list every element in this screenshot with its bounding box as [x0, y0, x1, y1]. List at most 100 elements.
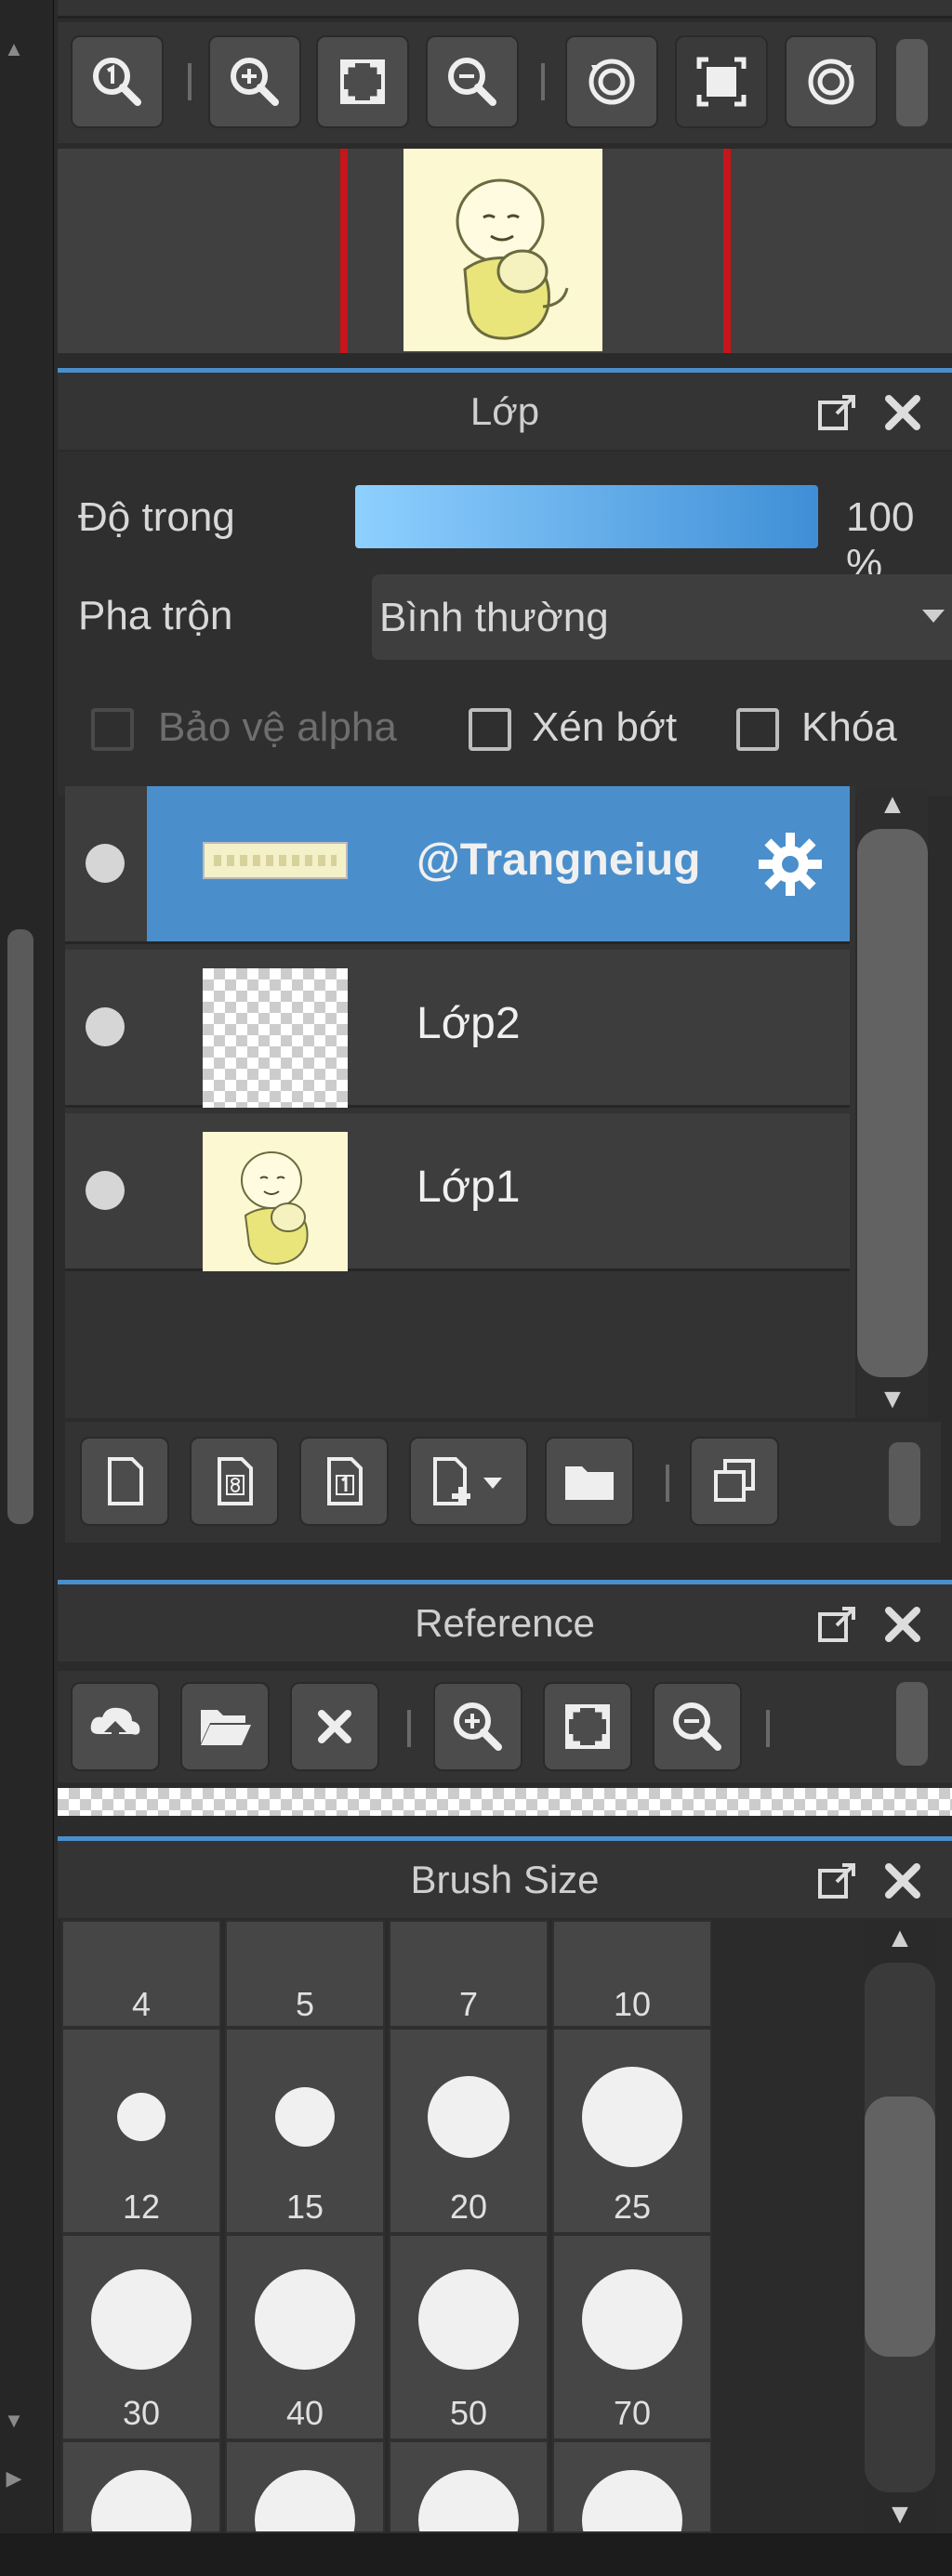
duplicate-layer-button[interactable]: [690, 1437, 779, 1526]
new-layer-icon: [108, 1457, 143, 1505]
undock-icon[interactable]: [816, 1860, 859, 1902]
layer-name: Lớp1: [416, 1163, 521, 1212]
brush-size-label: 50: [449, 2394, 488, 2432]
rotate-right-button[interactable]: [785, 35, 878, 128]
new-1bit-layer-button[interactable]: [299, 1437, 389, 1526]
visibility-toggle-icon[interactable]: [86, 844, 125, 883]
opacity-slider[interactable]: [355, 485, 818, 548]
brush-size-cell[interactable]: 7: [389, 1920, 549, 2028]
new-folder-button[interactable]: [545, 1437, 634, 1526]
brush-size-cell[interactable]: 25: [552, 2028, 712, 2234]
brush-size-cell[interactable]: 15: [225, 2028, 385, 2234]
view-guide-left: [340, 149, 348, 353]
navigator-preview[interactable]: [58, 149, 952, 353]
visibility-toggle-icon[interactable]: [86, 1007, 125, 1046]
layer-row[interactable]: @Trangneiug: [65, 786, 850, 944]
lock-label: Khóa: [801, 704, 897, 750]
drawing-thumbnail-icon: [241, 1151, 309, 1266]
brush-size-cell[interactable]: [61, 2440, 221, 2533]
duplicate-icon: [714, 1459, 755, 1502]
reference-image-area[interactable]: [58, 1788, 952, 1816]
reference-zoom-out-button[interactable]: [653, 1682, 742, 1771]
undock-icon[interactable]: [816, 391, 859, 434]
close-icon[interactable]: [881, 391, 924, 434]
add-layer-menu-button[interactable]: [409, 1437, 528, 1526]
upload-reference-button[interactable]: [71, 1682, 160, 1771]
lock-checkbox[interactable]: [736, 708, 779, 751]
brush-size-cell[interactable]: 20: [389, 2028, 549, 2234]
zoom-actual-size-button[interactable]: [71, 35, 164, 128]
layer-1bit-icon: [327, 1457, 363, 1505]
rotate-left-button[interactable]: [565, 35, 658, 128]
scroll-right-arrow-icon[interactable]: ▶: [2, 2466, 26, 2491]
brush-size-cell[interactable]: 5: [225, 1920, 385, 2028]
rotate-right-icon: [808, 59, 854, 105]
reference-panel-header: Reference: [58, 1580, 952, 1662]
undock-icon[interactable]: [816, 1603, 859, 1646]
brush-dot-icon: [91, 2470, 192, 2531]
layer-panel-header: Lớp: [58, 368, 952, 450]
blend-mode-value: Bình thường: [379, 595, 609, 640]
brush-dot-icon: [418, 2470, 519, 2531]
scroll-down-arrow-icon[interactable]: ▼: [865, 2496, 935, 2533]
brush-dot-icon: [255, 2470, 355, 2531]
toolbar-scroll-handle[interactable]: [896, 1682, 928, 1766]
brush-size-label: 7: [458, 1985, 479, 2023]
brush-size-cell[interactable]: 30: [61, 2234, 221, 2440]
view-guide-right: [723, 149, 731, 353]
zoom-in-icon: [454, 1702, 502, 1751]
fit-view-button[interactable]: [316, 35, 409, 128]
scrollbar-thumb[interactable]: [865, 2096, 935, 2357]
zoom-in-button[interactable]: [208, 35, 301, 128]
reference-toolbar: [58, 1671, 952, 1782]
clipping-checkbox[interactable]: [469, 708, 511, 751]
zoom-out-button[interactable]: [426, 35, 519, 128]
brush-size-scrollbar[interactable]: ▲ ▼: [865, 1920, 935, 2533]
brush-size-cell[interactable]: [225, 2440, 385, 2533]
brush-dot-icon: [582, 2269, 682, 2370]
scroll-down-arrow-icon[interactable]: ▼: [857, 1381, 928, 1418]
close-icon[interactable]: [881, 1860, 924, 1902]
reference-zoom-in-button[interactable]: [433, 1682, 522, 1771]
visibility-toggle-icon[interactable]: [86, 1171, 125, 1210]
scroll-up-arrow-icon[interactable]: ▲: [865, 1920, 935, 1957]
gear-icon[interactable]: [755, 829, 826, 900]
scrollbar-thumb[interactable]: [857, 829, 928, 1377]
reset-view-button[interactable]: [675, 35, 768, 128]
scroll-up-arrow-icon[interactable]: ▲: [857, 786, 928, 823]
new-layer-button[interactable]: [80, 1437, 169, 1526]
new-8bit-layer-button[interactable]: [190, 1437, 279, 1526]
protect-alpha-checkbox[interactable]: [91, 708, 134, 751]
rotate-left-icon: [588, 59, 635, 105]
left-scrollbar-thumb[interactable]: [7, 929, 33, 1524]
brush-size-cell[interactable]: [389, 2440, 549, 2533]
layer-row[interactable]: Lớp1: [65, 1113, 850, 1271]
brush-size-grid: 4 5 7 10 12 15 20 25 30 40 50 70: [58, 1920, 712, 2533]
layer-thumbnail: [203, 968, 348, 1108]
brush-size-cell[interactable]: [552, 2440, 712, 2533]
toolbar-scroll-handle[interactable]: [896, 39, 928, 126]
brush-size-cell[interactable]: 50: [389, 2234, 549, 2440]
brush-size-panel-header: Brush Size: [58, 1836, 952, 1918]
layer-list-scrollbar[interactable]: ▲ ▼: [857, 786, 928, 1418]
layer-row[interactable]: Lớp2: [65, 950, 850, 1108]
brush-size-cell[interactable]: 40: [225, 2234, 385, 2440]
brush-size-cell[interactable]: 70: [552, 2234, 712, 2440]
toolbar-separator: [407, 1710, 411, 1747]
close-icon[interactable]: [881, 1603, 924, 1646]
zoom-out-icon: [448, 58, 496, 106]
brush-dot-icon: [428, 2076, 509, 2158]
brush-size-label: 30: [122, 2394, 161, 2432]
toolbar-scroll-handle[interactable]: [889, 1442, 920, 1526]
reference-fit-button[interactable]: [543, 1682, 632, 1771]
remove-reference-button[interactable]: [290, 1682, 379, 1771]
brush-size-cell[interactable]: 4: [61, 1920, 221, 2028]
brush-size-cell[interactable]: 12: [61, 2028, 221, 2234]
scroll-down-arrow-icon[interactable]: ▼: [2, 2409, 26, 2433]
scroll-up-arrow-icon[interactable]: ▲: [2, 37, 26, 61]
clipping-label: Xén bớt: [532, 704, 678, 750]
open-reference-button[interactable]: [180, 1682, 270, 1771]
brush-size-cell[interactable]: 10: [552, 1920, 712, 2028]
layer-name: @Trangneiug: [416, 835, 701, 885]
blend-mode-select[interactable]: Bình thường: [372, 574, 952, 660]
